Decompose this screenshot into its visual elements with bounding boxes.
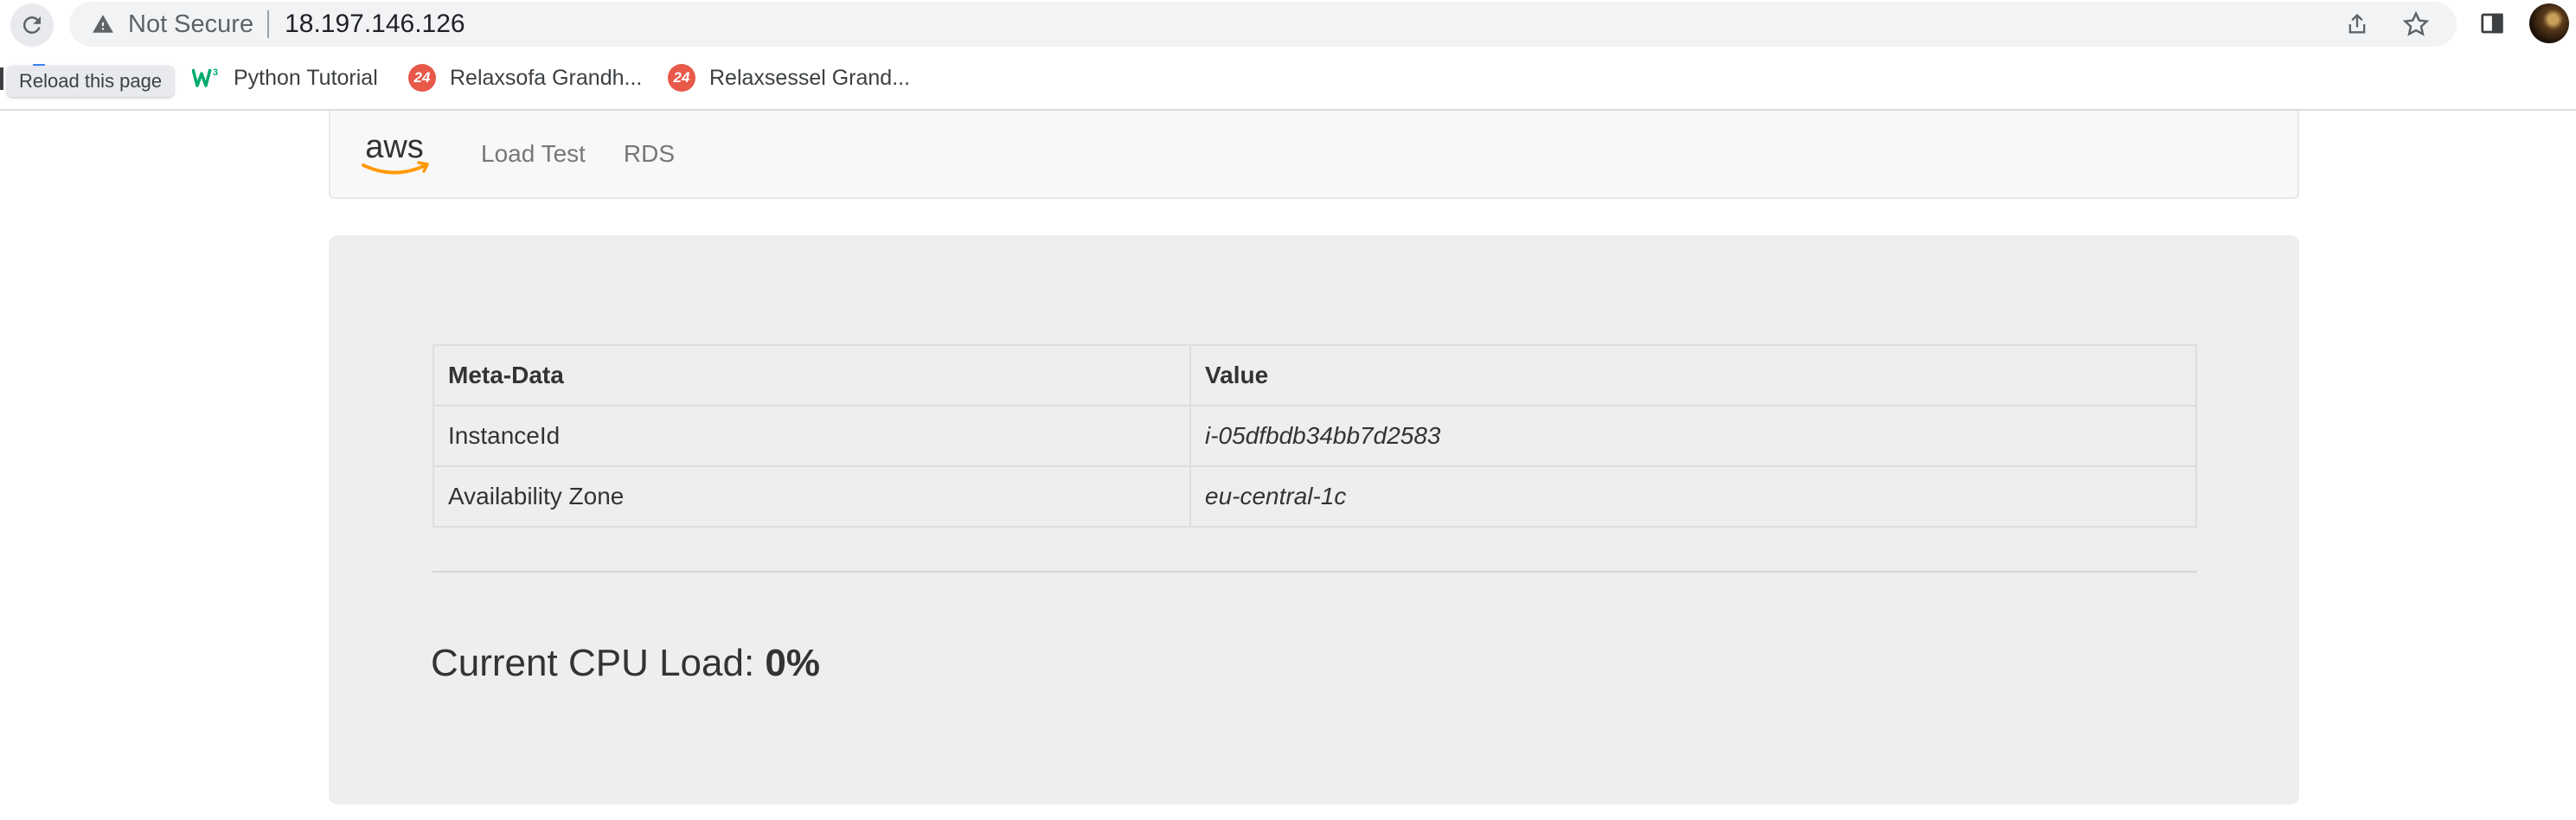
badge-text: 24: [408, 64, 436, 92]
bookmark-python-tutorial[interactable]: 3 Python Tutorial: [192, 61, 378, 95]
bookmark-edge: [0, 67, 3, 90]
bookmarks-bar: 3 Python Tutorial 24 Relaxsofa Grandh...…: [0, 48, 2576, 111]
site-navbar: aws Load Test RDS: [329, 111, 2299, 199]
bookmark-relaxsofa[interactable]: 24 Relaxsofa Grandh...: [408, 61, 642, 95]
table-row: Availability Zone eu-central-1c: [433, 465, 2197, 528]
24-badge-icon: 24: [408, 64, 436, 92]
side-panel-icon[interactable]: [2477, 9, 2507, 38]
column-header-value: Value: [1189, 344, 2197, 407]
aws-logo-text: aws: [365, 129, 424, 165]
browser-toolbar: Not Secure 18.197.146.126: [0, 0, 2576, 48]
badge-text: 24: [668, 64, 695, 92]
bookmark-star-icon[interactable]: [2401, 10, 2431, 39]
row-value-availability-zone: eu-central-1c: [1189, 465, 2197, 528]
bookmark-label: Relaxsofa Grandh...: [450, 65, 643, 90]
w3schools-icon: 3: [192, 64, 220, 92]
table-header-row: Meta-Data Value: [433, 344, 2197, 407]
row-value-instance-id: i-05dfbdb34bb7d2583: [1189, 405, 2197, 467]
security-status[interactable]: Not Secure: [128, 10, 253, 39]
row-key-availability-zone: Availability Zone: [433, 465, 1191, 528]
reload-tooltip: Reload this page: [7, 66, 175, 97]
reload-icon: [22, 16, 41, 34]
svg-text:3: 3: [213, 67, 218, 78]
table-row: InstanceId i-05dfbdb34bb7d2583: [433, 405, 2197, 467]
cpu-load-label: Current CPU Load:: [431, 642, 755, 684]
bookmark-label: Relaxsessel Grand...: [709, 65, 911, 90]
column-header-meta-data: Meta-Data: [433, 344, 1191, 407]
url-text[interactable]: 18.197.146.126: [285, 10, 465, 39]
bookmark-label: Python Tutorial: [234, 65, 378, 90]
main-panel: Meta-Data Value InstanceId i-05dfbdb34bb…: [329, 235, 2299, 804]
cpu-load: Current CPU Load: 0%: [431, 642, 820, 685]
profile-avatar[interactable]: [2529, 3, 2569, 43]
aws-logo[interactable]: aws: [356, 128, 434, 180]
cpu-load-value: 0%: [765, 642, 820, 684]
address-bar[interactable]: Not Secure 18.197.146.126: [69, 2, 2457, 47]
metadata-table: Meta-Data Value InstanceId i-05dfbdb34bb…: [433, 344, 2197, 528]
reload-button[interactable]: [10, 3, 54, 47]
warning-icon: [90, 11, 116, 37]
divider: [433, 571, 2197, 573]
nav-link-load-test[interactable]: Load Test: [481, 140, 586, 168]
nav-link-rds[interactable]: RDS: [624, 140, 675, 168]
share-icon[interactable]: [2342, 10, 2372, 39]
address-separator: [267, 10, 270, 38]
24-badge-icon: 24: [668, 64, 695, 92]
row-key-instance-id: InstanceId: [433, 405, 1191, 467]
bookmark-relaxsessel[interactable]: 24 Relaxsessel Grand...: [668, 61, 910, 95]
